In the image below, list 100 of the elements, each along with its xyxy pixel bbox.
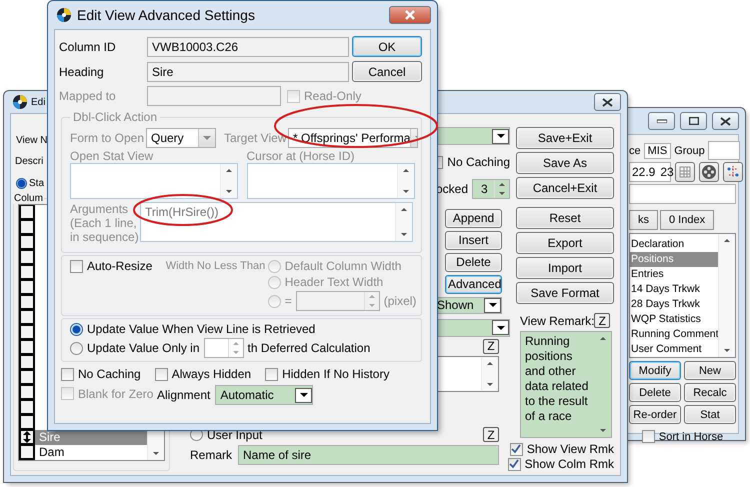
radio-button[interactable] (70, 322, 83, 336)
list-action-button[interactable]: Re-order (629, 405, 681, 424)
list-action-button[interactable]: Delete (629, 383, 681, 402)
text-field[interactable] (629, 184, 736, 204)
pixel-spin-field[interactable] (296, 291, 380, 311)
close-button[interactable] (594, 93, 621, 111)
row-handle[interactable] (19, 445, 35, 460)
field-label: Form to Open (70, 131, 146, 145)
radio-label: = (284, 294, 292, 308)
alignment-dropdown[interactable]: Automatic (215, 385, 314, 405)
report-list[interactable]: Declaration Positions Entries 14 Days Trkwk 28 Days Trkwk WQP Statistics Running Comment User Comment (629, 233, 736, 358)
column-action-button[interactable]: Append (445, 208, 502, 228)
maximize-icon (688, 117, 698, 125)
locked-spin-field[interactable]: 3 (472, 178, 510, 198)
row-handle[interactable] (19, 400, 35, 415)
scrollbar[interactable] (718, 234, 735, 357)
group-field[interactable] (708, 141, 740, 160)
checkbox[interactable]: Sort in Horse (642, 430, 724, 443)
row-handle[interactable] (19, 325, 35, 340)
minimize-button[interactable] (648, 112, 675, 130)
checkbox[interactable]: Hidden If No History (265, 367, 390, 381)
zoom-button[interactable]: Z (483, 427, 499, 442)
list-item[interactable]: Running Comment (630, 327, 718, 342)
list-action-button[interactable]: Modify (629, 361, 681, 380)
row-handle[interactable] (19, 295, 35, 310)
figures-field: 22.9 23 (629, 162, 671, 182)
maximize-button[interactable] (680, 112, 707, 130)
row-handle[interactable] (19, 385, 35, 400)
checkbox[interactable]: Show Colm Rmk (508, 457, 614, 471)
close-icon (602, 98, 613, 106)
film-reel-icon[interactable] (699, 162, 719, 182)
scrollbar[interactable] (395, 203, 412, 241)
command-button[interactable]: Cancel+Exit (516, 177, 614, 199)
column-action-button[interactable]: Delete (445, 252, 502, 272)
command-button[interactable]: Reset (516, 207, 614, 229)
list-item[interactable]: 14 Days Trkwk (630, 282, 718, 297)
list-action-button[interactable]: Recalc (684, 383, 736, 402)
radio-button[interactable] (70, 342, 83, 354)
radio-label: Header Text Width (284, 275, 384, 289)
row-handle[interactable] (19, 415, 35, 430)
list-item[interactable]: WQP Statistics (630, 312, 718, 327)
command-button[interactable]: Export (516, 232, 614, 254)
radio-button[interactable] (16, 178, 27, 189)
check-mark-icon (509, 459, 520, 469)
list-item[interactable]: Declaration (630, 237, 718, 252)
grid-icon[interactable] (675, 162, 695, 182)
scrollbar[interactable] (481, 356, 498, 390)
tree-diagram-icon[interactable] (723, 162, 743, 182)
zoom-button[interactable]: Z (594, 313, 610, 328)
heading-field[interactable]: Sire (147, 62, 349, 82)
row-handle[interactable] (19, 340, 35, 355)
list-action-button[interactable]: Stat (684, 405, 736, 424)
row-handle[interactable] (19, 220, 35, 235)
field-label: Group (674, 144, 705, 156)
deferred-spin-field[interactable] (204, 338, 244, 358)
scrollbar[interactable] (220, 164, 237, 198)
app-icon (12, 94, 28, 110)
command-button[interactable]: Save+Exit (516, 127, 614, 149)
row-handle[interactable] (19, 310, 35, 325)
window-title: Edi (31, 96, 46, 108)
column-id-field[interactable]: VWB10003.C26 (147, 36, 349, 56)
row-handle[interactable] (19, 205, 35, 220)
group-title: Dbl-Click Action (72, 110, 158, 124)
command-button[interactable]: Import (516, 257, 614, 279)
row-handle[interactable] (19, 355, 35, 370)
close-icon (404, 10, 416, 20)
command-button[interactable]: Save Format (516, 282, 614, 304)
app-icon (56, 7, 72, 23)
close-button[interactable] (712, 112, 739, 130)
row-handle[interactable] (19, 370, 35, 385)
row-handle[interactable] (19, 265, 35, 280)
row-handle[interactable] (19, 235, 35, 250)
tab[interactable]: 0 Index (660, 210, 714, 230)
list-item[interactable]: User Comment (630, 342, 718, 357)
field-label: View N (16, 135, 48, 146)
checkbox[interactable]: Always Hidden (154, 367, 252, 381)
checkbox[interactable]: Show View Rmk (510, 442, 614, 456)
row-handle[interactable] (19, 250, 35, 265)
minimize-icon (656, 119, 666, 123)
column-action-button[interactable]: Insert (445, 230, 502, 250)
view-remark-text-area[interactable]: Running positions and other data related to the result of a race (520, 331, 612, 438)
cancel-button[interactable]: Cancel (352, 61, 422, 82)
zoom-button[interactable]: Z (483, 338, 499, 354)
ok-button[interactable]: OK (352, 36, 422, 57)
list-action-button[interactable]: New (684, 361, 736, 380)
list-item[interactable]: 28 Days Trkwk (630, 297, 718, 312)
command-button[interactable]: Save As (516, 152, 614, 174)
remark-field[interactable]: Name of sire (238, 445, 499, 465)
scrollbar[interactable] (396, 164, 414, 198)
column-action-button[interactable]: Advanced (445, 274, 502, 294)
radio-label: Update Value Only in (87, 341, 200, 355)
tab[interactable]: ks (629, 210, 658, 230)
row-handle[interactable] (19, 430, 35, 445)
checkbox[interactable]: Auto-Resize (70, 259, 152, 273)
checkbox[interactable]: No Caching (61, 367, 141, 381)
field-label: Alignment (157, 388, 210, 402)
row-handle[interactable] (19, 280, 35, 295)
text-area[interactable] (70, 163, 238, 199)
list-item[interactable]: Entries (630, 267, 718, 282)
group-title: Colum (13, 193, 44, 204)
